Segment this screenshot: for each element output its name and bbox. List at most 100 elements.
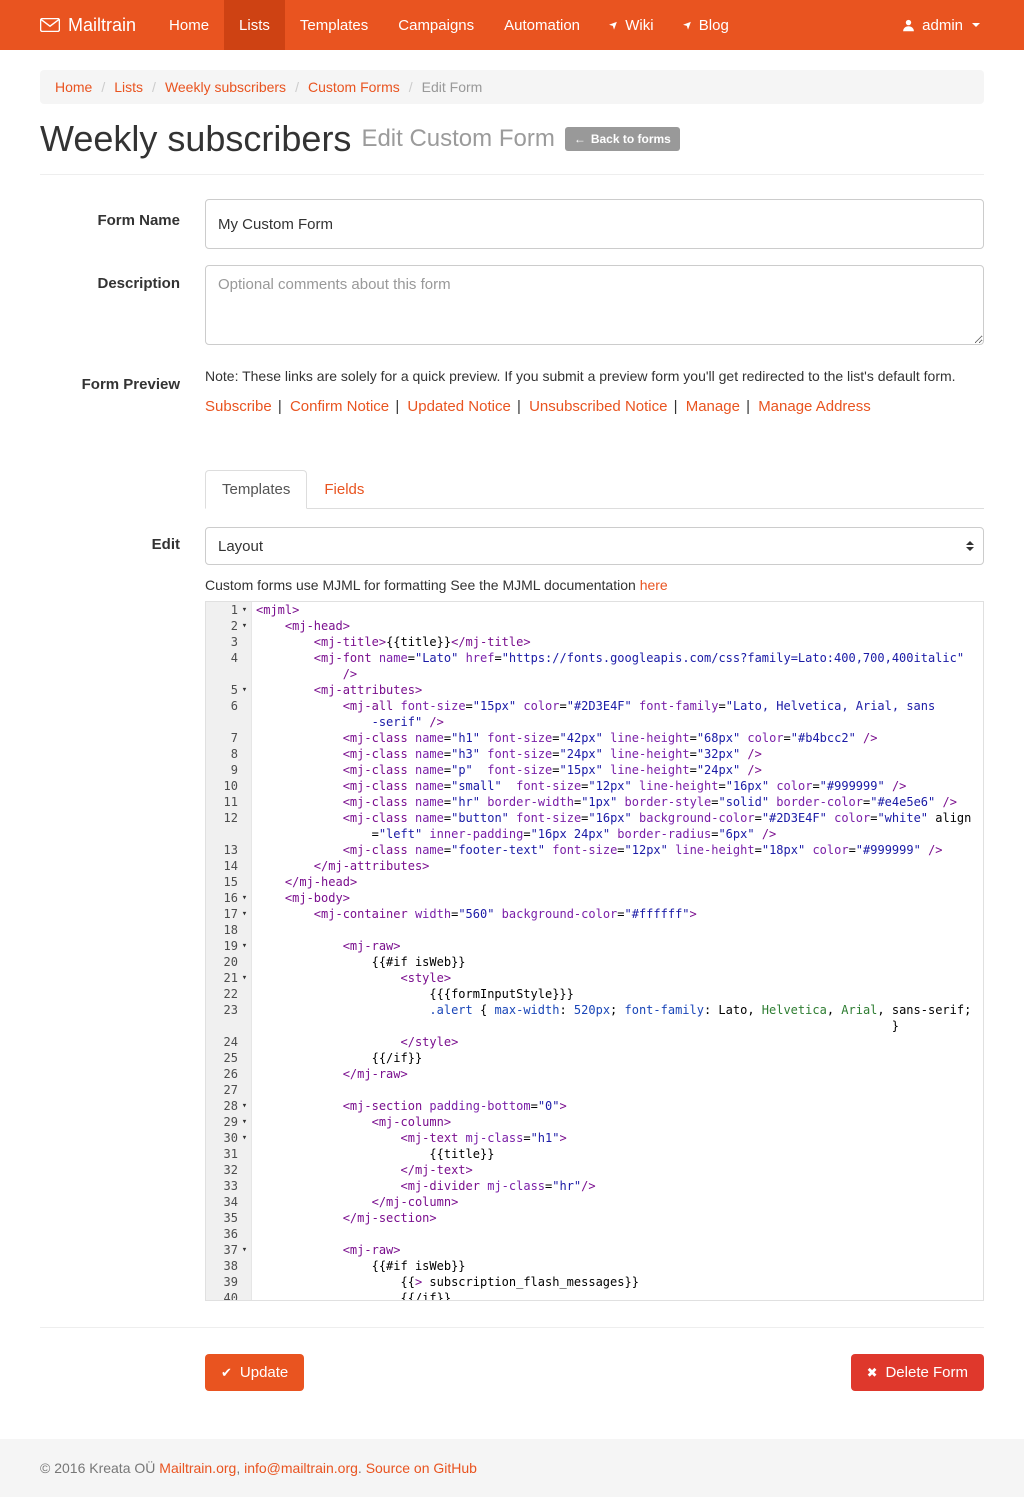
- line-number: 32: [206, 1162, 252, 1178]
- line-number: 23: [206, 1002, 252, 1018]
- line-number: 5▾: [206, 682, 252, 698]
- tab-templates[interactable]: Templates: [205, 470, 307, 509]
- nav-item-automation[interactable]: Automation: [489, 0, 595, 50]
- brand-label: Mailtrain: [68, 15, 136, 36]
- preview-link-confirm-notice[interactable]: Confirm Notice: [276, 398, 389, 415]
- line-number: [206, 826, 252, 842]
- check-icon: ✔: [221, 1365, 232, 1381]
- preview-links: Subscribe Confirm Notice Updated Notice …: [205, 398, 984, 415]
- preview-link-manage-address[interactable]: Manage Address: [744, 398, 871, 415]
- code-line: <mj-font name="Lato" href="https://fonts…: [252, 650, 964, 666]
- fold-icon[interactable]: ▾: [238, 938, 251, 954]
- editor-row: 35 </mj-section>: [206, 1210, 983, 1226]
- nav-item-templates[interactable]: Templates: [285, 0, 383, 50]
- editor-row: 6 <mj-all font-size="15px" color="#2D3E4…: [206, 698, 983, 714]
- editor-row: 26 </mj-raw>: [206, 1066, 983, 1082]
- editor-row: 16▾ <mj-body>: [206, 890, 983, 906]
- nav-item-campaigns[interactable]: Campaigns: [383, 0, 489, 50]
- mjml-help-text: Custom forms use MJML for formatting See…: [205, 577, 984, 593]
- line-number: 35: [206, 1210, 252, 1226]
- delete-form-button[interactable]: ✖ Delete Form: [851, 1354, 984, 1391]
- fold-icon[interactable]: ▾: [238, 1130, 251, 1146]
- back-to-forms-button[interactable]: ← Back to forms: [565, 127, 680, 151]
- select-value: Layout: [218, 538, 263, 555]
- line-number: 11: [206, 794, 252, 810]
- mail-icon: [40, 18, 60, 32]
- nav-item-wiki[interactable]: ➤Wiki: [595, 0, 669, 50]
- code-line: />: [252, 666, 357, 682]
- code-line: <mj-all font-size="15px" color="#2D3E4F"…: [252, 698, 935, 714]
- editor-row: 28▾ <mj-section padding-bottom="0">: [206, 1098, 983, 1114]
- editor-row: 5▾ <mj-attributes>: [206, 682, 983, 698]
- line-number: 33: [206, 1178, 252, 1194]
- fold-icon[interactable]: ▾: [238, 1114, 251, 1130]
- breadcrumb-lists[interactable]: Lists: [114, 79, 143, 95]
- page-footer: © 2016 Kreata OÜ Mailtrain.org, info@mai…: [0, 1439, 1024, 1497]
- user-icon: [902, 19, 915, 32]
- form-name-input[interactable]: [205, 199, 984, 249]
- fold-icon[interactable]: ▾: [238, 602, 251, 618]
- nav-item-home[interactable]: Home: [154, 0, 224, 50]
- fold-icon[interactable]: ▾: [238, 890, 251, 906]
- editor-row: 36: [206, 1226, 983, 1242]
- page-subtitle: Edit Custom Form: [361, 125, 554, 153]
- code-editor[interactable]: 1▾<mjml>2▾ <mj-head>3 <mj-title>{{title}…: [205, 601, 984, 1301]
- breadcrumb-custom-forms[interactable]: Custom Forms: [308, 79, 400, 95]
- breadcrumb-home[interactable]: Home: [55, 79, 92, 95]
- tab-fields[interactable]: Fields: [307, 470, 381, 509]
- line-number: 37▾: [206, 1242, 252, 1258]
- description-textarea[interactable]: [205, 265, 984, 345]
- line-number: [206, 666, 252, 682]
- footer-divider: [40, 1327, 984, 1328]
- line-number: 19▾: [206, 938, 252, 954]
- edit-template-select[interactable]: Layout: [205, 527, 984, 565]
- user-menu[interactable]: admin: [898, 0, 984, 50]
- code-line: <mj-raw>: [252, 1242, 401, 1258]
- footer-github-link[interactable]: Source on GitHub: [366, 1460, 477, 1476]
- code-line: </mj-head>: [252, 874, 357, 890]
- fold-icon[interactable]: ▾: [238, 970, 251, 986]
- code-line: {{{formInputStyle}}}: [252, 986, 574, 1002]
- brand-link[interactable]: Mailtrain: [40, 0, 154, 50]
- fold-icon[interactable]: ▾: [238, 682, 251, 698]
- line-number: [206, 714, 252, 730]
- preview-note: Note: These links are solely for a quick…: [205, 366, 984, 384]
- nav-item-lists[interactable]: Lists: [224, 0, 285, 50]
- editor-row: 23 .alert { max-width: 520px; font-famil…: [206, 1002, 983, 1018]
- mjml-docs-link[interactable]: here: [640, 577, 668, 593]
- footer-email-link[interactable]: info@mailtrain.org: [244, 1460, 358, 1476]
- editor-row: 20 {{#if isWeb}}: [206, 954, 983, 970]
- line-number: 10: [206, 778, 252, 794]
- editor-row: 31 {{title}}: [206, 1146, 983, 1162]
- fold-icon[interactable]: ▾: [238, 1098, 251, 1114]
- code-line: <mj-head>: [252, 618, 350, 634]
- fold-icon[interactable]: ▾: [238, 1242, 251, 1258]
- fold-icon[interactable]: ▾: [238, 906, 251, 922]
- line-number: 38: [206, 1258, 252, 1274]
- editor-row: 14 </mj-attributes>: [206, 858, 983, 874]
- editor-row: -serif" />: [206, 714, 983, 730]
- breadcrumb-list-name[interactable]: Weekly subscribers: [165, 79, 286, 95]
- code-line: <mj-class name="button" font-size="16px"…: [252, 810, 971, 826]
- code-line: }: [252, 1018, 899, 1034]
- line-number: 39: [206, 1274, 252, 1290]
- nav-item-blog[interactable]: ➤Blog: [669, 0, 744, 50]
- editor-row: 38 {{#if isWeb}}: [206, 1258, 983, 1274]
- preview-link-unsubscribed-notice[interactable]: Unsubscribed Notice: [515, 398, 667, 415]
- preview-link-subscribe[interactable]: Subscribe: [205, 398, 272, 415]
- editor-row: 33 <mj-divider mj-class="hr"/>: [206, 1178, 983, 1194]
- fold-icon[interactable]: ▾: [238, 618, 251, 634]
- preview-link-updated-notice[interactable]: Updated Notice: [393, 398, 510, 415]
- line-number: 21▾: [206, 970, 252, 986]
- description-label: Description: [40, 265, 180, 350]
- code-line: {{title}}: [252, 1146, 494, 1162]
- external-link-icon: ➤: [607, 18, 621, 32]
- footer-site-link[interactable]: Mailtrain.org: [159, 1460, 236, 1476]
- update-button[interactable]: ✔ Update: [205, 1354, 304, 1391]
- editor-row: 29▾ <mj-column>: [206, 1114, 983, 1130]
- left-arrow-icon: ←: [574, 132, 586, 146]
- editor-row: 3 <mj-title>{{title}}</mj-title>: [206, 634, 983, 650]
- line-number: 20: [206, 954, 252, 970]
- nav-links: Home Lists Templates Campaigns Automatio…: [154, 0, 744, 50]
- preview-link-manage[interactable]: Manage: [672, 398, 740, 415]
